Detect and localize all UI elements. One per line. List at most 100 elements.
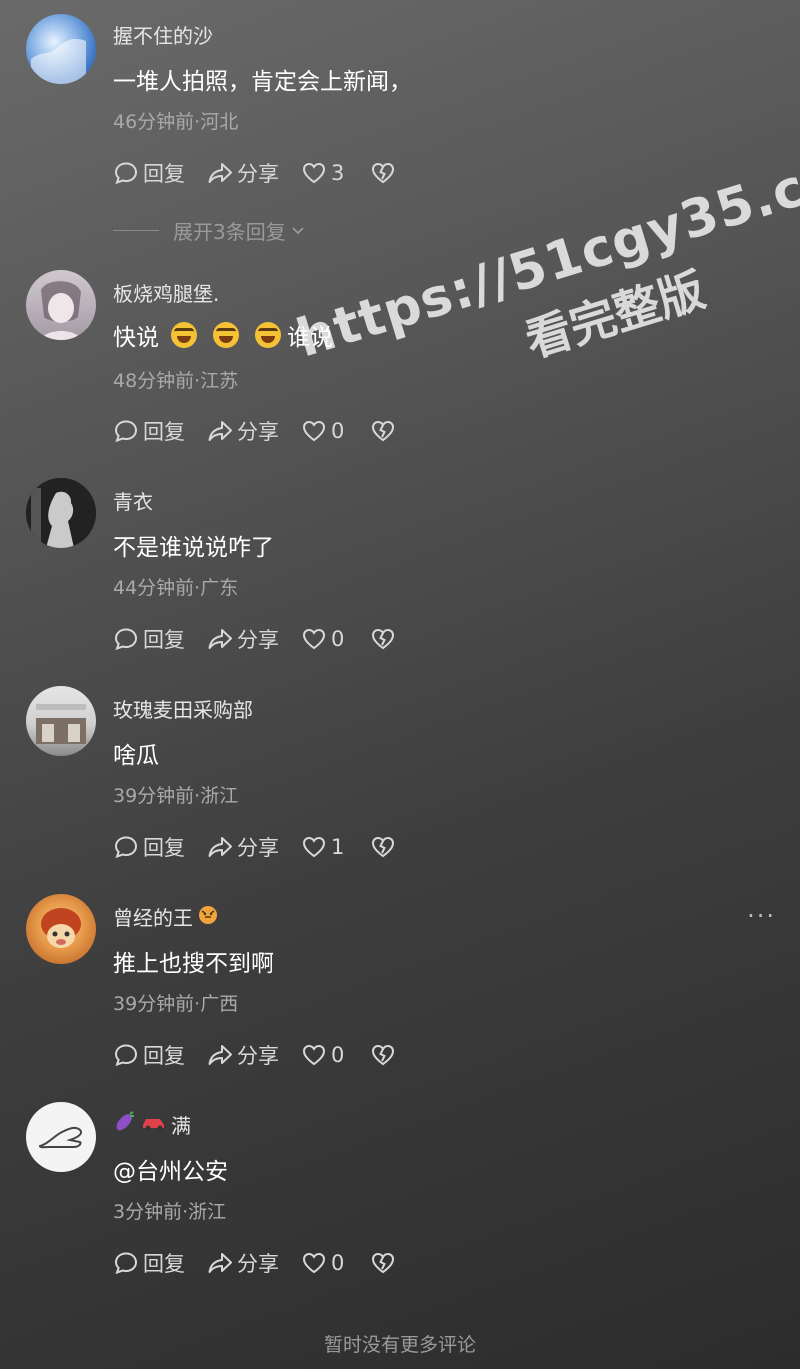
comment-meta: 44分钟前·广东 [113, 577, 239, 599]
broken-heart-icon [370, 160, 396, 186]
comment-meta: 46分钟前·河北 [113, 111, 239, 133]
avatar[interactable] [26, 478, 96, 548]
share-button[interactable]: 分享 [207, 1040, 279, 1070]
expand-replies-button[interactable]: 展开3条回复 [113, 216, 306, 245]
reply-icon [113, 1250, 139, 1276]
share-icon [207, 1042, 233, 1068]
share-label: 分享 [237, 420, 279, 444]
share-button[interactable]: 分享 [207, 624, 279, 654]
like-button[interactable]: 0 [301, 1042, 344, 1068]
share-label: 分享 [237, 836, 279, 860]
dislike-button[interactable] [370, 160, 400, 186]
reply-button[interactable]: 回复 [113, 624, 185, 654]
username[interactable]: 握不住的沙 [113, 20, 213, 49]
reply-label: 回复 [143, 162, 185, 186]
dislike-button[interactable] [370, 626, 400, 652]
username[interactable]: 板烧鸡腿堡. [113, 278, 219, 307]
reply-button[interactable]: 回复 [113, 832, 185, 862]
more-options-icon[interactable]: ··· [747, 902, 776, 930]
comment-text: 快说 谁说 [113, 318, 333, 352]
share-label: 分享 [237, 1252, 279, 1276]
share-button[interactable]: 分享 [207, 158, 279, 188]
dislike-button[interactable] [370, 1250, 400, 1276]
comment-text: @台州公安 [113, 1159, 228, 1185]
reply-icon [113, 834, 139, 860]
laughing-emoji-icon [171, 322, 197, 348]
chevron-down-icon [290, 219, 306, 243]
comment-text: 啥瓜 [113, 743, 159, 769]
like-button[interactable]: 0 [301, 1250, 344, 1276]
reply-button[interactable]: 回复 [113, 1040, 185, 1070]
comment-actions: 回复 分享 0 [113, 416, 422, 446]
reply-button[interactable]: 回复 [113, 1248, 185, 1278]
broken-heart-icon [370, 1042, 396, 1068]
share-button[interactable]: 分享 [207, 416, 279, 446]
avatar[interactable] [26, 14, 96, 84]
username-text: 满 [171, 1114, 191, 1138]
avatar[interactable] [26, 686, 96, 756]
share-button[interactable]: 分享 [207, 1248, 279, 1278]
username[interactable]: 青衣 [113, 486, 153, 515]
comment-text: 一堆人拍照，肯定会上新闻， [113, 69, 412, 95]
reply-label: 回复 [143, 1044, 185, 1068]
reply-label: 回复 [143, 1252, 185, 1276]
share-icon [207, 418, 233, 444]
like-count: 0 [331, 1251, 345, 1275]
like-button[interactable]: 0 [301, 626, 344, 652]
avatar[interactable] [26, 270, 96, 340]
username[interactable]: 玫瑰麦田采购部 [113, 694, 253, 723]
share-icon [207, 160, 233, 186]
laughing-emoji-icon [213, 322, 239, 348]
like-button[interactable]: 0 [301, 418, 344, 444]
share-label: 分享 [237, 628, 279, 652]
eggplant-emoji-icon [113, 1111, 137, 1138]
no-more-comments-text: 暂时没有更多评论 [323, 1334, 476, 1356]
avatar[interactable] [26, 1102, 96, 1172]
like-button[interactable]: 3 [301, 160, 344, 186]
reply-label: 回复 [143, 836, 185, 860]
heart-icon [301, 160, 327, 186]
share-label: 分享 [237, 162, 279, 186]
like-count: 3 [331, 161, 345, 185]
expand-replies-label: 展开3条回复 [173, 220, 286, 244]
laughing-emoji-icon [255, 322, 281, 348]
comment-actions: 回复 分享 0 [113, 1040, 422, 1070]
heart-icon [301, 1250, 327, 1276]
comment-meta: 39分钟前·浙江 [113, 785, 239, 807]
comment-actions: 回复 分享 1 [113, 832, 422, 862]
avatar[interactable] [26, 894, 96, 964]
reply-button[interactable]: 回复 [113, 158, 185, 188]
heart-icon [301, 626, 327, 652]
reply-button[interactable]: 回复 [113, 416, 185, 446]
username[interactable]: 曾经的王 [113, 902, 219, 931]
comment-actions: 回复 分享 3 [113, 158, 422, 188]
dislike-button[interactable] [370, 834, 400, 860]
username-text: 曾经的王 [113, 906, 193, 930]
comment-text: 推上也搜不到啊 [113, 951, 274, 977]
like-count: 0 [331, 627, 345, 651]
share-label: 分享 [237, 1044, 279, 1068]
heart-icon [301, 418, 327, 444]
tiger-emoji-icon [197, 903, 219, 930]
heart-icon [301, 1042, 327, 1068]
broken-heart-icon [370, 418, 396, 444]
watermark-caption: 看完整版 [519, 262, 711, 368]
dislike-button[interactable] [370, 1042, 400, 1068]
reply-icon [113, 160, 139, 186]
comment-meta: 48分钟前·江苏 [113, 370, 239, 392]
reply-label: 回复 [143, 420, 185, 444]
share-button[interactable]: 分享 [207, 832, 279, 862]
comment-text: 不是谁说说咋了 [113, 535, 274, 561]
divider-line [113, 230, 159, 231]
comment-actions: 回复 分享 0 [113, 1248, 422, 1278]
reply-icon [113, 1042, 139, 1068]
car-emoji-icon [141, 1112, 167, 1137]
share-icon [207, 1250, 233, 1276]
heart-icon [301, 834, 327, 860]
share-icon [207, 834, 233, 860]
like-button[interactable]: 1 [301, 834, 344, 860]
reply-label: 回复 [143, 628, 185, 652]
username[interactable]: 满 [113, 1110, 191, 1139]
reply-icon [113, 418, 139, 444]
dislike-button[interactable] [370, 418, 400, 444]
